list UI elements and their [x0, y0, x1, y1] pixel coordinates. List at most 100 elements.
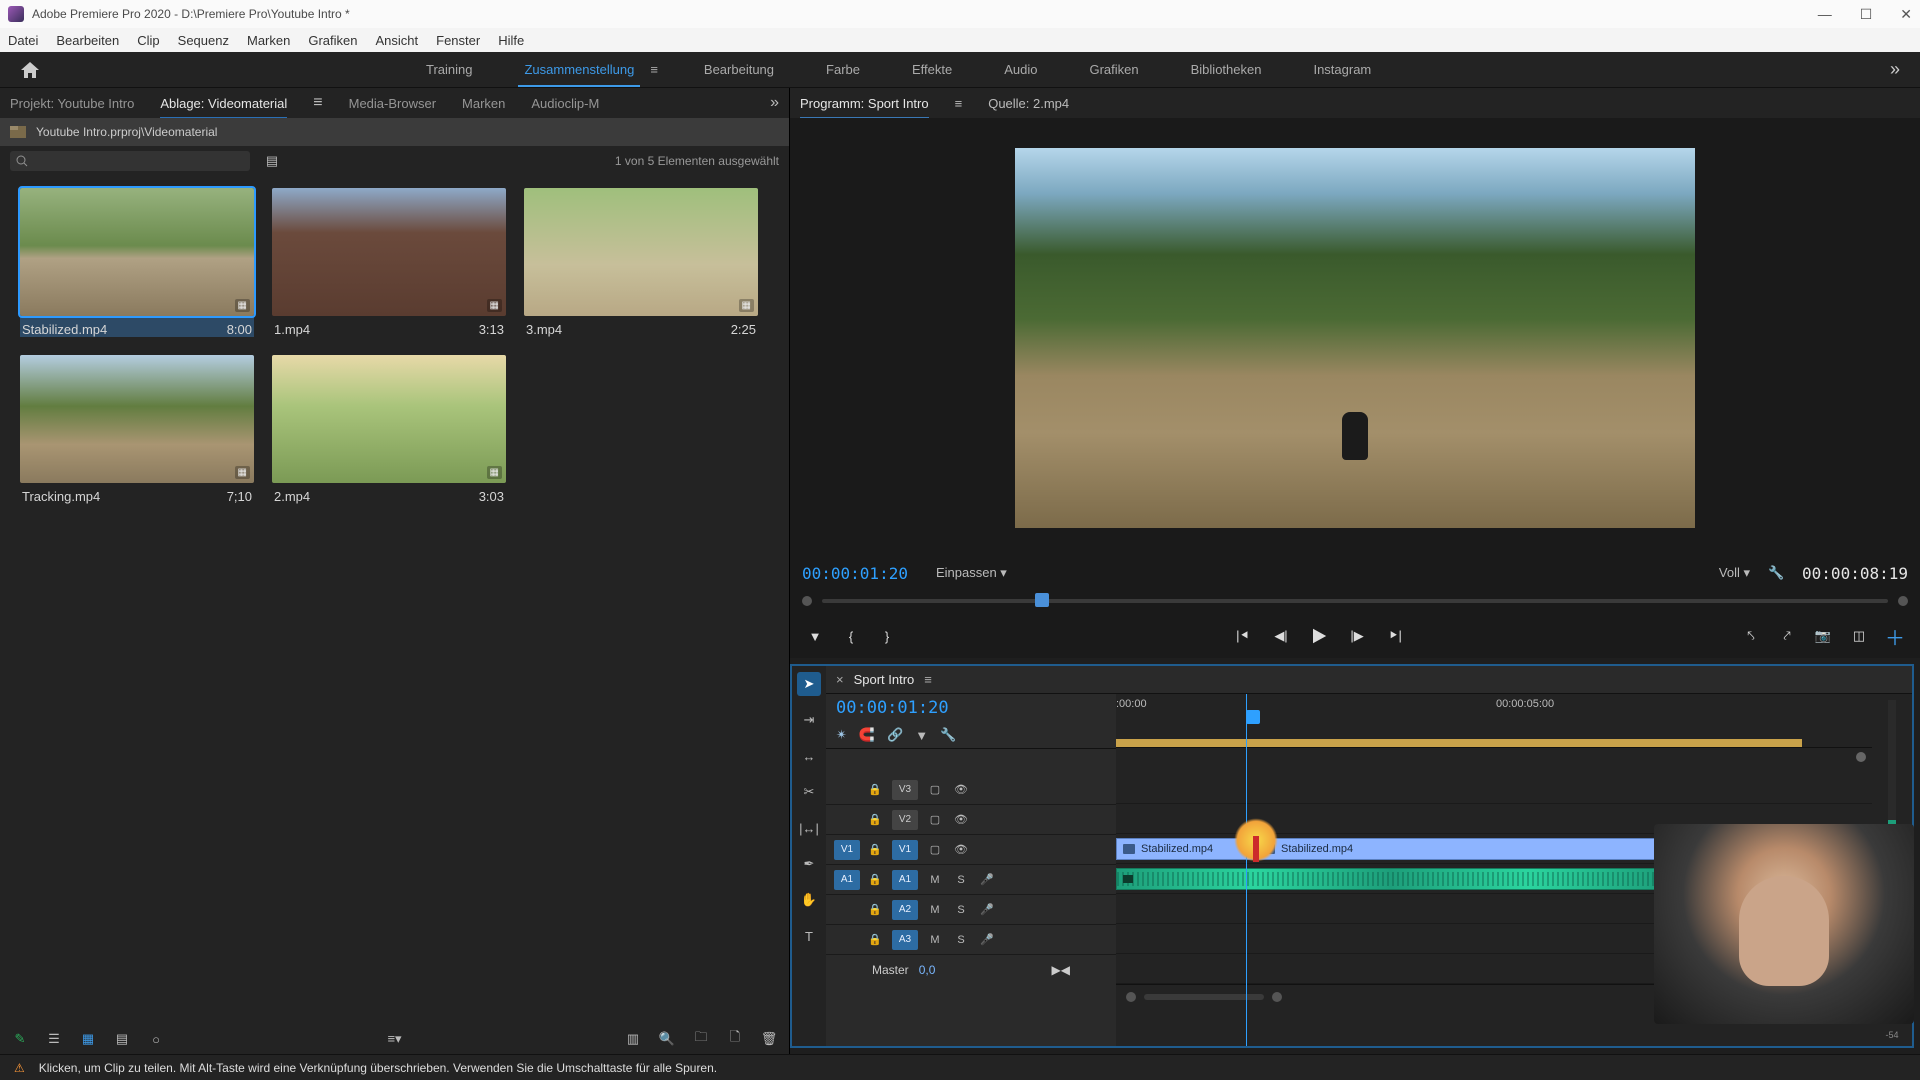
- track-header-v3[interactable]: 🔒V3▢👁: [826, 775, 1116, 805]
- menu-datei[interactable]: Datei: [8, 33, 38, 48]
- zoom-slider-icon[interactable]: ○: [148, 1031, 164, 1047]
- source-patch[interactable]: V1: [834, 840, 860, 860]
- wrench-icon[interactable]: 🔧: [1768, 565, 1784, 581]
- work-area-bar[interactable]: [1116, 739, 1802, 747]
- sequence-close-icon[interactable]: ×: [836, 672, 844, 687]
- out-point-icon[interactable]: }: [876, 625, 898, 647]
- lock-icon[interactable]: 🔒: [868, 873, 884, 886]
- slip-tool-icon[interactable]: |↔|: [797, 816, 821, 840]
- workspace-menu-icon[interactable]: ≡: [650, 62, 658, 77]
- freeform-view-icon[interactable]: ▤: [114, 1031, 130, 1047]
- step-back-icon[interactable]: ◀|: [1270, 625, 1292, 647]
- track-header-v1[interactable]: V1🔒V1▢👁: [826, 835, 1116, 865]
- go-to-in-icon[interactable]: |⯇: [1232, 625, 1254, 647]
- add-marker-icon[interactable]: ▼: [915, 728, 928, 743]
- program-scrub-bar[interactable]: [790, 588, 1920, 614]
- comparison-view-icon[interactable]: ◫: [1848, 625, 1870, 647]
- tabs-overflow-icon[interactable]: »: [770, 94, 779, 112]
- minimize-button[interactable]: —: [1818, 6, 1832, 23]
- eye-icon[interactable]: 👁: [952, 783, 970, 796]
- extract-icon[interactable]: ⤤: [1776, 625, 1798, 647]
- sequence-menu-icon[interactable]: ≡: [924, 672, 932, 687]
- tab-audioclip[interactable]: Audioclip-M: [531, 96, 599, 111]
- timeline-timecode[interactable]: 00:00:01:20: [826, 694, 1116, 722]
- eye-icon[interactable]: 👁: [952, 843, 970, 856]
- workspace-grafiken[interactable]: Grafiken: [1083, 62, 1144, 77]
- new-item-icon[interactable]: ✎: [12, 1031, 28, 1047]
- clip-item[interactable]: ▦ 3.mp42:25: [524, 188, 758, 337]
- zoom-handle-left[interactable]: [1126, 992, 1136, 1002]
- play-around-icon[interactable]: ▶◀: [1052, 963, 1070, 977]
- menu-clip[interactable]: Clip: [137, 33, 159, 48]
- lock-icon[interactable]: 🔒: [868, 933, 884, 946]
- maximize-button[interactable]: ☐: [1860, 6, 1873, 23]
- sync-lock-icon[interactable]: ▢: [926, 783, 944, 796]
- lock-icon[interactable]: 🔒: [868, 783, 884, 796]
- selection-tool-icon[interactable]: ➤: [797, 672, 821, 696]
- track-v3[interactable]: [1116, 774, 1872, 804]
- time-ruler[interactable]: :00:00 00:00:05:00: [1116, 694, 1872, 748]
- vertical-scroll-icon[interactable]: [1856, 752, 1866, 762]
- master-track[interactable]: Master0,0▶◀: [826, 955, 1116, 985]
- workspace-audio[interactable]: Audio: [998, 62, 1043, 77]
- menu-grafiken[interactable]: Grafiken: [308, 33, 357, 48]
- playhead-handle[interactable]: [1246, 710, 1260, 724]
- tab-media-browser[interactable]: Media-Browser: [349, 96, 436, 111]
- workspace-farbe[interactable]: Farbe: [820, 62, 866, 77]
- solo-toggle[interactable]: S: [952, 934, 970, 946]
- menu-hilfe[interactable]: Hilfe: [498, 33, 524, 48]
- find-icon[interactable]: 🔍: [659, 1031, 675, 1047]
- play-button[interactable]: [1308, 625, 1330, 647]
- workspace-zusammenstellung[interactable]: Zusammenstellung: [518, 62, 640, 87]
- lock-icon[interactable]: 🔒: [868, 813, 884, 826]
- export-frame-icon[interactable]: 📷: [1812, 625, 1834, 647]
- ripple-tool-icon[interactable]: ↔: [797, 744, 821, 768]
- filter-icon[interactable]: ▤: [264, 153, 280, 169]
- new-item-dropdown-icon[interactable]: 🗋: [727, 1031, 743, 1047]
- delete-icon[interactable]: 🗑: [761, 1031, 777, 1047]
- menu-ansicht[interactable]: Ansicht: [375, 33, 418, 48]
- solo-toggle[interactable]: S: [952, 874, 970, 886]
- sync-lock-icon[interactable]: ▢: [926, 843, 944, 856]
- workspace-overflow-icon[interactable]: »: [1890, 59, 1900, 80]
- menu-bearbeiten[interactable]: Bearbeiten: [56, 33, 119, 48]
- workspace-bibliotheken[interactable]: Bibliotheken: [1185, 62, 1268, 77]
- tab-projekt[interactable]: Projekt: Youtube Intro: [10, 96, 134, 111]
- scrub-handle[interactable]: [1035, 593, 1049, 607]
- close-button[interactable]: ✕: [1900, 6, 1912, 23]
- hand-tool-icon[interactable]: ✋: [797, 888, 821, 912]
- record-icon[interactable]: 🎤: [978, 903, 996, 916]
- zoom-handle-right[interactable]: [1272, 992, 1282, 1002]
- quality-dropdown[interactable]: Voll ▾: [1719, 565, 1750, 581]
- workspace-bearbeitung[interactable]: Bearbeitung: [698, 62, 780, 77]
- track-header-a3[interactable]: 🔒A3MS🎤: [826, 925, 1116, 955]
- list-view-icon[interactable]: ☰: [46, 1031, 62, 1047]
- snap-icon[interactable]: 🧲: [859, 727, 875, 743]
- clip-item[interactable]: ▦ Tracking.mp47;10: [20, 355, 254, 504]
- eye-icon[interactable]: 👁: [952, 813, 970, 826]
- menu-fenster[interactable]: Fenster: [436, 33, 480, 48]
- go-to-out-icon[interactable]: ⯈|: [1384, 625, 1406, 647]
- track-select-tool-icon[interactable]: ⇥: [797, 708, 821, 732]
- clip-item[interactable]: ▦ 2.mp43:03: [272, 355, 506, 504]
- type-tool-icon[interactable]: T: [797, 924, 821, 948]
- tab-marken[interactable]: Marken: [462, 96, 505, 111]
- program-viewport[interactable]: [1015, 148, 1695, 528]
- home-icon[interactable]: [20, 61, 40, 79]
- pen-tool-icon[interactable]: ✒: [797, 852, 821, 876]
- solo-toggle[interactable]: S: [952, 904, 970, 916]
- marker-icon[interactable]: ▼: [804, 625, 826, 647]
- workspace-instagram[interactable]: Instagram: [1307, 62, 1377, 77]
- program-timecode-current[interactable]: 00:00:01:20: [802, 564, 908, 583]
- sequence-name[interactable]: Sport Intro: [854, 672, 915, 687]
- lock-icon[interactable]: 🔒: [868, 903, 884, 916]
- button-editor-add-icon[interactable]: ＋: [1884, 625, 1906, 647]
- mute-toggle[interactable]: M: [926, 874, 944, 886]
- sync-lock-icon[interactable]: ▢: [926, 813, 944, 826]
- workspace-effekte[interactable]: Effekte: [906, 62, 958, 77]
- panel-menu-icon[interactable]: ≡: [313, 94, 322, 112]
- track-header-v2[interactable]: 🔒V2▢👁: [826, 805, 1116, 835]
- tab-programm[interactable]: Programm: Sport Intro: [800, 96, 929, 119]
- nest-icon[interactable]: ✴: [836, 727, 847, 743]
- bin-icon[interactable]: [10, 126, 26, 138]
